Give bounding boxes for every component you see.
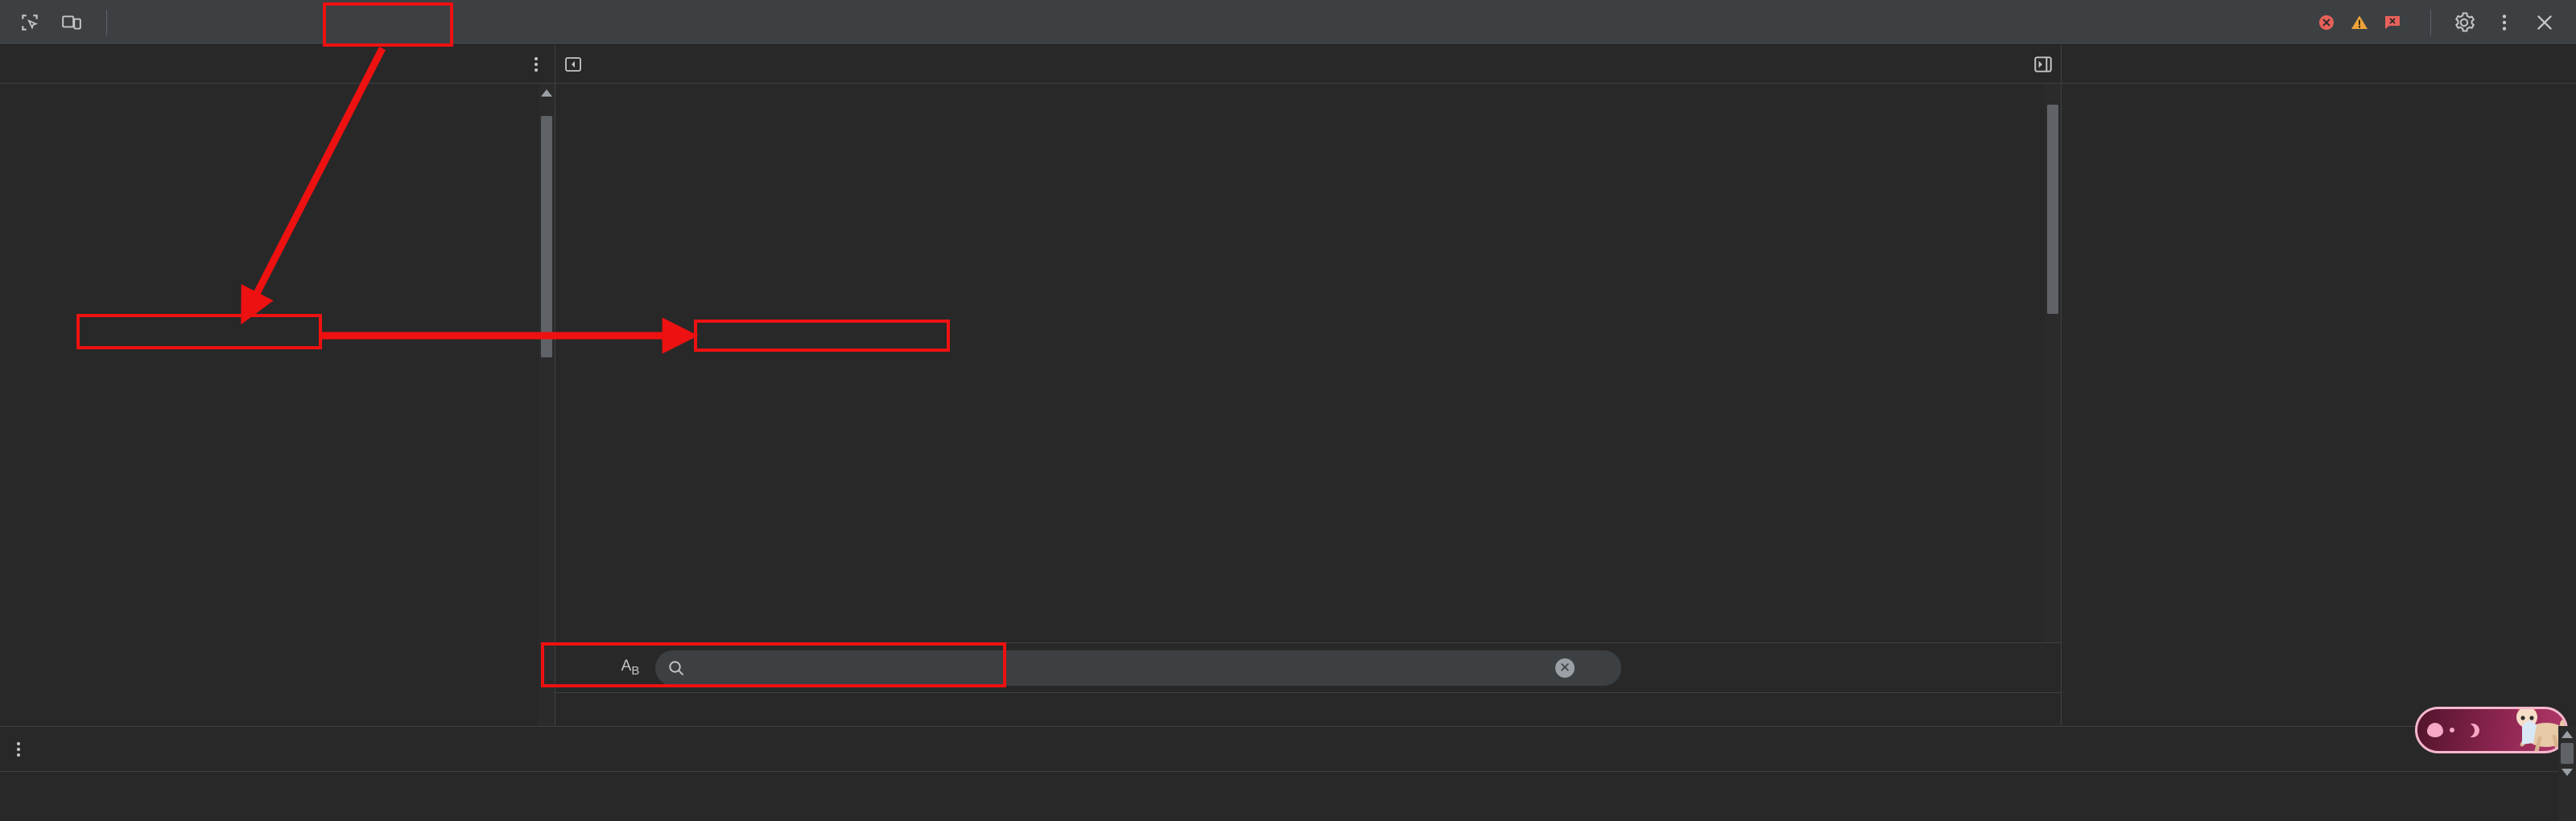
device-toolbar-icon[interactable] (53, 5, 90, 40)
navigator-scrollbar[interactable] (539, 84, 555, 726)
moon-icon (2461, 724, 2475, 737)
main-toolbar (0, 0, 2576, 45)
toolbar-left-icons (0, 5, 118, 40)
match-case-toggle[interactable] (1600, 666, 1610, 670)
drawer-scrollbar-thumb[interactable] (2561, 743, 2574, 764)
scrollbar-thumb[interactable] (541, 116, 552, 357)
anime-character-icon (2516, 709, 2566, 751)
drawer-kebab-icon[interactable] (0, 727, 37, 771)
scroll-tabs-left-icon[interactable] (555, 45, 591, 83)
editor-status-bar (555, 692, 2061, 726)
drawer-scrollbar[interactable] (2558, 726, 2576, 821)
navigator-toolbar (0, 45, 555, 83)
search-toggles: ✕ (1555, 658, 1610, 678)
issue-icon (2385, 15, 2400, 29)
devtools-window: AB ✕ (0, 0, 2576, 821)
navigator-more-tabs-icon[interactable] (0, 45, 23, 83)
debugger-controls (2061, 45, 2576, 83)
toolbar-right (2309, 5, 2576, 40)
navigator-pane (0, 84, 555, 726)
replace-ab-icon[interactable]: AB (617, 658, 644, 678)
find-bar: AB ✕ (555, 642, 2061, 692)
scroll-up-icon[interactable] (2562, 731, 2573, 738)
line-number-gutter (555, 84, 618, 642)
scroll-up-icon[interactable] (541, 89, 552, 97)
issue-counter[interactable] (2383, 13, 2408, 32)
warning-icon (2351, 15, 2368, 29)
search-icon (669, 660, 683, 675)
toolbar-divider-2 (2430, 9, 2431, 35)
cat-heart-icon (2427, 723, 2443, 737)
editor-scrollbar[interactable] (2045, 84, 2061, 642)
secondary-toolbar (0, 45, 2576, 84)
close-icon[interactable] (2526, 5, 2563, 40)
clear-input-icon[interactable]: ✕ (1555, 658, 1575, 678)
code-viewport[interactable] (555, 84, 2061, 642)
toggle-panel-icon[interactable] (2025, 45, 2061, 83)
editor-scrollbar-thumb[interactable] (2047, 105, 2058, 314)
error-icon (2319, 14, 2334, 30)
scroll-down-icon[interactable] (2562, 769, 2573, 776)
warning-counter[interactable] (2350, 13, 2375, 32)
drawer (0, 726, 2576, 821)
toolbar-divider (106, 9, 107, 35)
code-editor: AB ✕ (555, 84, 2061, 726)
error-counter[interactable] (2317, 13, 2342, 32)
more-options-icon[interactable] (2486, 5, 2523, 40)
code-content[interactable] (618, 84, 2061, 642)
debugger-sidebar (2061, 84, 2576, 726)
editor-tabbar (555, 45, 2061, 83)
music-player-widget[interactable] (2415, 707, 2568, 753)
drawer-tabbar (0, 727, 2576, 772)
gear-icon[interactable] (2446, 5, 2483, 40)
drawer-content (0, 772, 2576, 821)
regex-toggle[interactable] (1583, 666, 1592, 670)
file-tabs-more-icon[interactable] (591, 45, 613, 83)
main-body: AB ✕ (0, 84, 2576, 726)
inspect-element-icon[interactable] (11, 5, 48, 40)
search-input[interactable]: ✕ (655, 650, 1621, 686)
navigator-kebab-icon[interactable] (518, 45, 555, 83)
issues-counters[interactable] (2309, 13, 2416, 32)
file-tree (0, 84, 555, 90)
sparkle-dot-icon (2450, 728, 2454, 732)
